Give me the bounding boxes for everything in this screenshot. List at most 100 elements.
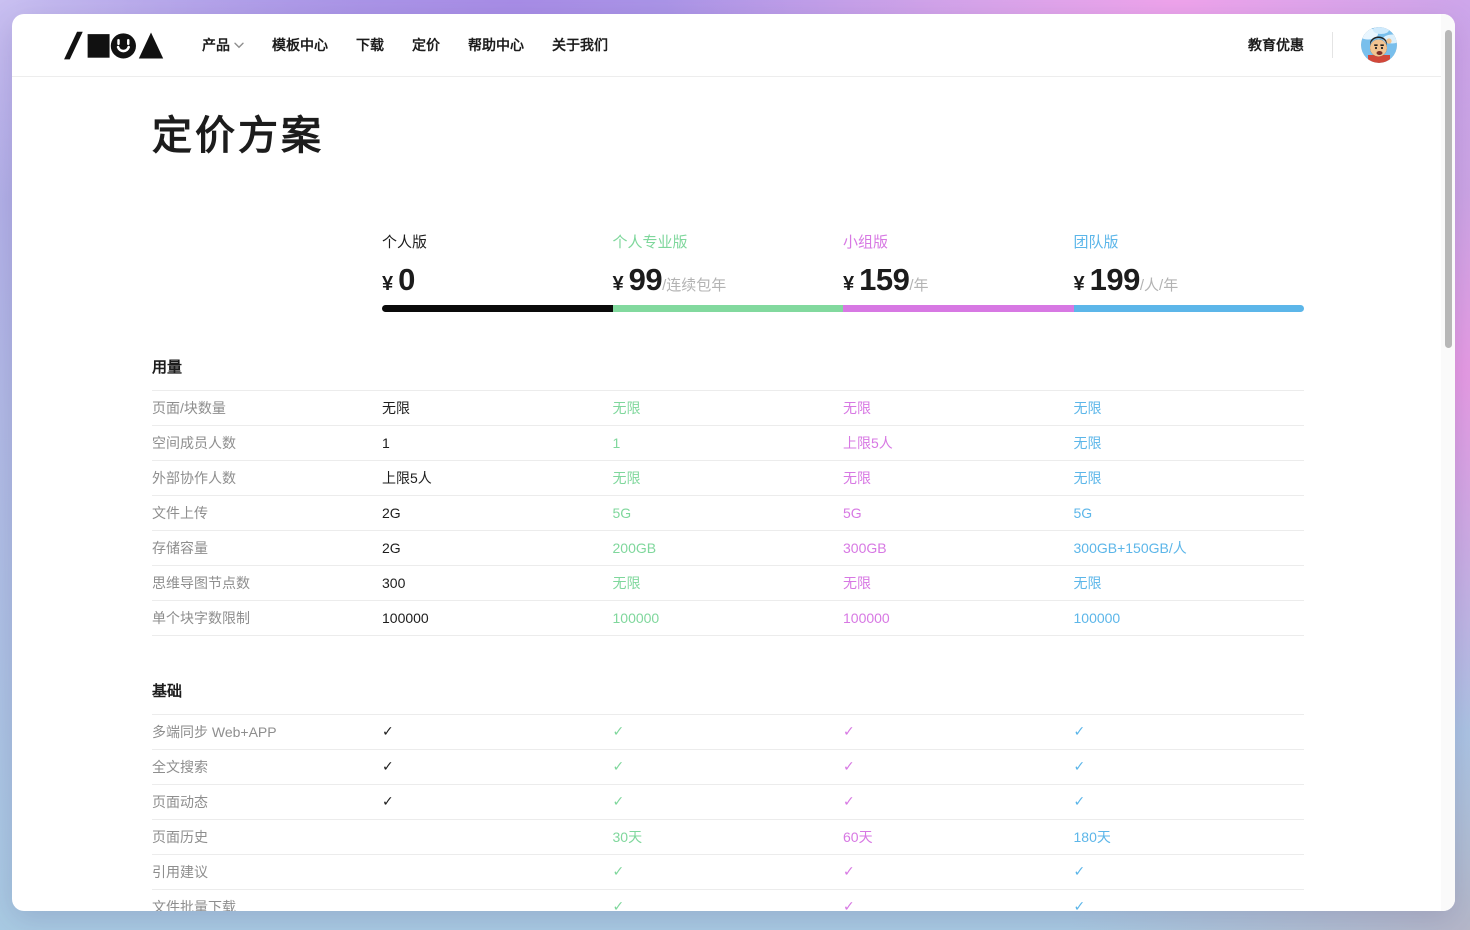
cell-personal: 无限 bbox=[382, 398, 613, 418]
cell-pro: 100000 bbox=[613, 610, 844, 626]
nav-item-products-label: 产品 bbox=[202, 35, 230, 55]
cell-team: 300GB+150GB/人 bbox=[1074, 538, 1305, 558]
plan-color-bars bbox=[152, 305, 1304, 312]
plan-price: ¥ 99 /连续包年 bbox=[613, 262, 844, 298]
main-menu: 产品 模板中心 下载 定价 帮助中心 关于我们 bbox=[202, 35, 608, 55]
cell-personal: 2G bbox=[382, 540, 613, 556]
row-label-tooltip[interactable]: 外部协作人数 bbox=[152, 470, 236, 488]
page-title: 定价方案 bbox=[152, 114, 1304, 159]
cell-group: 无限 bbox=[843, 468, 1074, 488]
cell-pro: ✓ bbox=[613, 758, 844, 775]
row-label: 页面动态 bbox=[152, 792, 382, 812]
row-label-tooltip[interactable]: 空间成员人数 bbox=[152, 435, 236, 453]
cell-pro: 无限 bbox=[613, 573, 844, 593]
nav-item-pricing[interactable]: 定价 bbox=[412, 35, 440, 55]
cell-group: 300GB bbox=[843, 540, 1074, 556]
plan-bar-group bbox=[843, 305, 1074, 312]
cell-group: 100000 bbox=[843, 610, 1074, 626]
price-suffix: /年 bbox=[909, 274, 928, 295]
cell-team: 无限 bbox=[1074, 398, 1305, 418]
cell-pro: 5G bbox=[613, 505, 844, 521]
section-rows: 多端同步 Web+APP ✓ ✓ ✓ ✓ 全文搜索 ✓ ✓ ✓ ✓ 页面动态 ✓… bbox=[152, 714, 1304, 911]
cell-group: 无限 bbox=[843, 573, 1074, 593]
plan-header-personal: 个人版 ¥ 0 bbox=[382, 231, 613, 298]
plan-bar-personal bbox=[382, 305, 613, 312]
table-row: 外部协作人数 上限5人 无限 无限 无限 bbox=[152, 461, 1304, 496]
row-label-text: 全文搜索 bbox=[152, 759, 208, 775]
nav-item-about[interactable]: 关于我们 bbox=[552, 35, 608, 55]
row-label: 引用建议 bbox=[152, 862, 382, 882]
table-row: 空间成员人数 1 1 上限5人 无限 bbox=[152, 426, 1304, 461]
section-title: 用量 bbox=[152, 356, 1304, 390]
cell-personal: 2G bbox=[382, 505, 613, 521]
plan-header-team: 团队版 ¥ 199 /人/年 bbox=[1074, 231, 1305, 298]
nav-item-templates[interactable]: 模板中心 bbox=[272, 35, 328, 55]
row-label-text: 思维导图节点数 bbox=[152, 575, 250, 591]
row-label-text: 文件批量下载 bbox=[152, 899, 236, 911]
cell-personal: ✓ bbox=[382, 793, 613, 810]
section-title: 基础 bbox=[152, 680, 1304, 714]
row-label: 页面历史 bbox=[152, 827, 382, 847]
cell-personal: 1 bbox=[382, 435, 613, 451]
avatar[interactable] bbox=[1361, 27, 1397, 63]
plan-header-group: 小组版 ¥ 159 /年 bbox=[843, 231, 1074, 298]
cell-personal: ✓ bbox=[382, 723, 613, 740]
plan-price: ¥ 199 /人/年 bbox=[1074, 262, 1305, 298]
currency-symbol: ¥ bbox=[843, 273, 854, 296]
cell-group: 无限 bbox=[843, 398, 1074, 418]
cell-pro: ✓ bbox=[613, 898, 844, 911]
nav-item-help[interactable]: 帮助中心 bbox=[468, 35, 524, 55]
cell-team: ✓ bbox=[1074, 898, 1305, 911]
currency-symbol: ¥ bbox=[613, 273, 624, 296]
cell-group: 5G bbox=[843, 505, 1074, 521]
cell-personal: 上限5人 bbox=[382, 468, 613, 488]
row-label: 单个块字数限制 bbox=[152, 608, 382, 628]
row-label-text: 文件上传 bbox=[152, 505, 208, 521]
table-row: 单个块字数限制 100000 100000 100000 100000 bbox=[152, 601, 1304, 636]
cell-personal: 300 bbox=[382, 575, 613, 591]
scrollbar-thumb[interactable] bbox=[1445, 30, 1452, 348]
cell-team: 无限 bbox=[1074, 468, 1305, 488]
cell-pro: 无限 bbox=[613, 468, 844, 488]
education-discount-link[interactable]: 教育优惠 bbox=[1248, 35, 1304, 55]
currency-symbol: ¥ bbox=[1074, 273, 1085, 296]
table-row: 全文搜索 ✓ ✓ ✓ ✓ bbox=[152, 750, 1304, 785]
nav-item-products[interactable]: 产品 bbox=[202, 35, 244, 55]
cell-group: ✓ bbox=[843, 793, 1074, 810]
scrollbar-track[interactable] bbox=[1441, 14, 1455, 911]
nav-item-download[interactable]: 下载 bbox=[356, 35, 384, 55]
currency-symbol: ¥ bbox=[382, 273, 393, 296]
row-label-text: 单个块字数限制 bbox=[152, 610, 250, 626]
plan-name: 团队版 bbox=[1074, 231, 1305, 252]
table-row: 页面历史 30天 60天 180天 bbox=[152, 820, 1304, 855]
cell-group: ✓ bbox=[843, 723, 1074, 740]
row-label: 文件上传 bbox=[152, 503, 382, 523]
row-label: 存储容量 bbox=[152, 538, 382, 558]
cell-team: 180天 bbox=[1074, 827, 1305, 847]
table-row: 存储容量 2G 200GB 300GB 300GB+150GB/人 bbox=[152, 531, 1304, 566]
page-card: 产品 模板中心 下载 定价 帮助中心 关于我们 教育优惠 bbox=[12, 14, 1455, 911]
cell-team: 5G bbox=[1074, 505, 1305, 521]
section-usage: 用量 页面/块数量 无限 无限 无限 无限 空间成员人数 1 1 上限5人 无限 bbox=[152, 356, 1304, 636]
cell-pro: 200GB bbox=[613, 540, 844, 556]
cell-group: ✓ bbox=[843, 898, 1074, 911]
navbar: 产品 模板中心 下载 定价 帮助中心 关于我们 教育优惠 bbox=[12, 14, 1455, 77]
cell-pro: ✓ bbox=[613, 723, 844, 740]
price-amount: 0 bbox=[398, 262, 415, 298]
price-suffix: /连续包年 bbox=[662, 274, 726, 295]
plan-name: 个人专业版 bbox=[613, 231, 844, 252]
cell-team: 100000 bbox=[1074, 610, 1305, 626]
table-row: 页面/块数量 无限 无限 无限 无限 bbox=[152, 391, 1304, 426]
row-label-text: 存储容量 bbox=[152, 540, 208, 556]
row-label-text: 页面历史 bbox=[152, 829, 208, 845]
row-label: 全文搜索 bbox=[152, 757, 382, 777]
price-suffix: /人/年 bbox=[1140, 274, 1178, 295]
cell-personal: 100000 bbox=[382, 610, 613, 626]
row-label-text: 页面/块数量 bbox=[152, 400, 226, 416]
plan-price: ¥ 0 bbox=[382, 262, 613, 298]
table-row: 引用建议 ✓ ✓ ✓ bbox=[152, 855, 1304, 890]
row-label: 思维导图节点数 bbox=[152, 573, 382, 593]
cell-pro: 无限 bbox=[613, 398, 844, 418]
nav-right: 教育优惠 bbox=[1248, 27, 1397, 63]
brand-logo[interactable] bbox=[60, 28, 164, 63]
